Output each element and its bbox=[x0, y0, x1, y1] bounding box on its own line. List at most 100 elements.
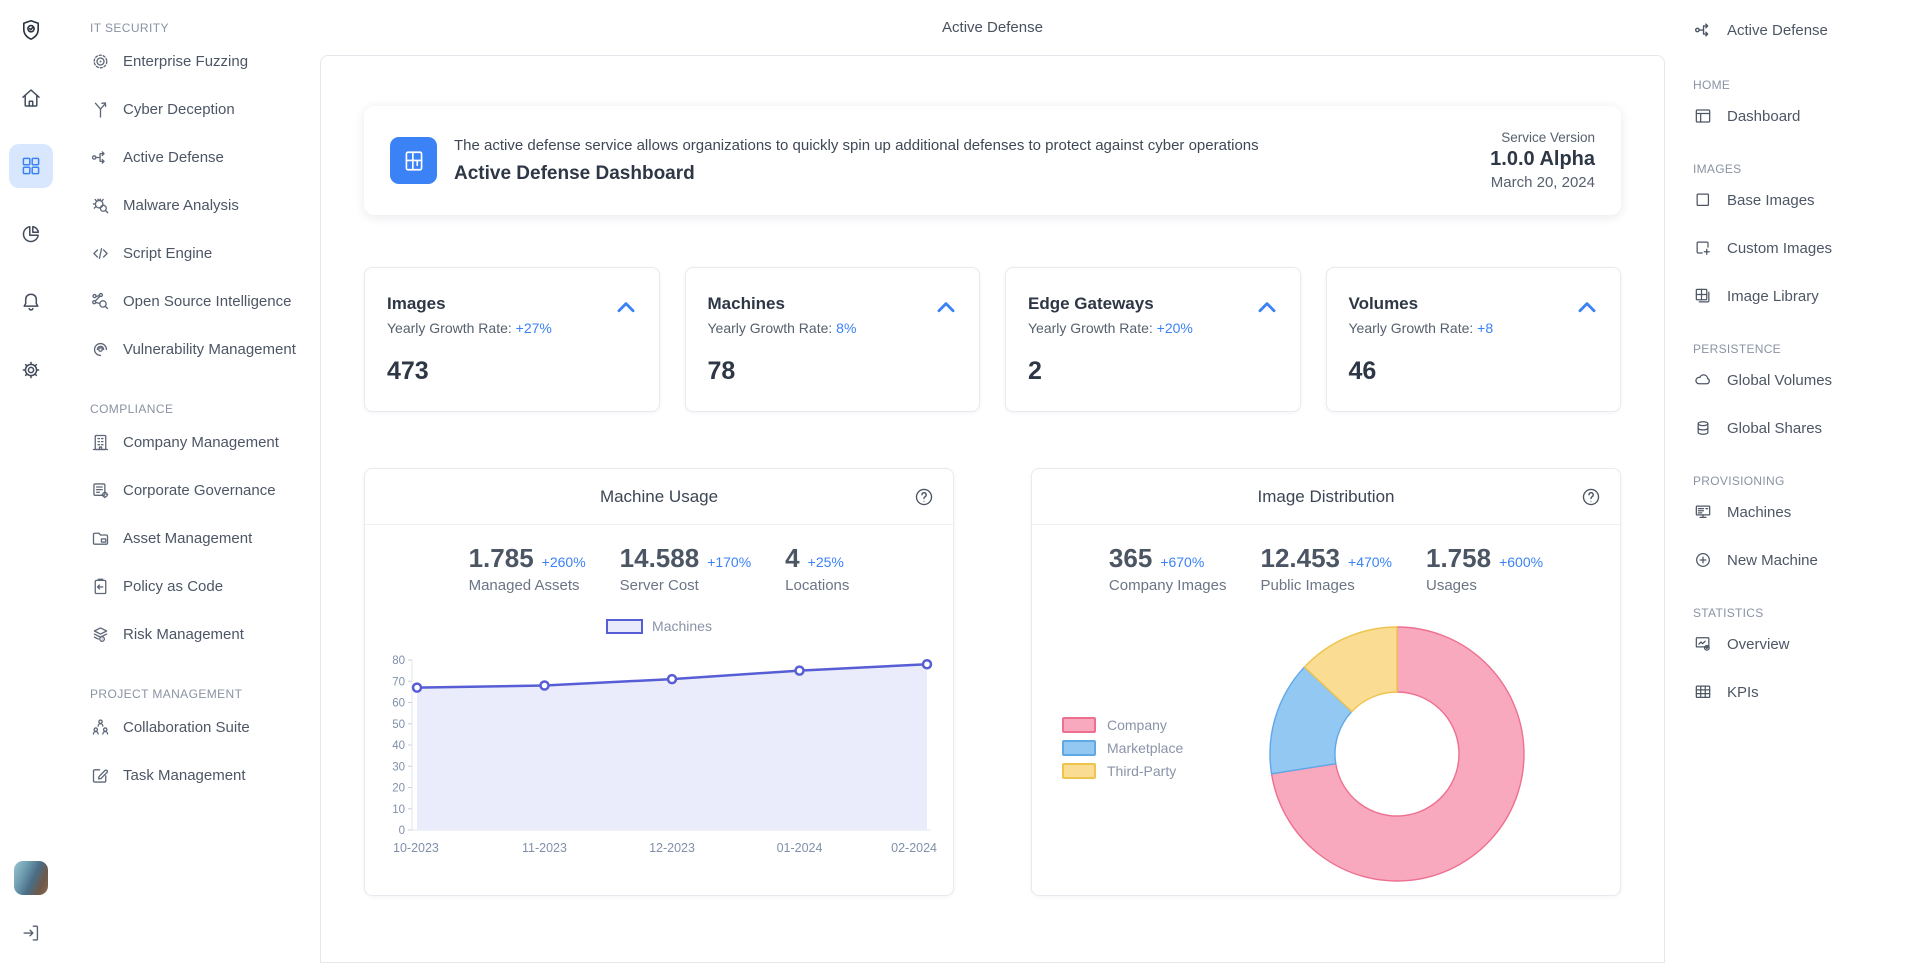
bug-search-icon bbox=[90, 195, 111, 216]
chevron-up-icon bbox=[613, 295, 639, 321]
stat-card-value: 46 bbox=[1349, 357, 1599, 386]
sidebar-item-label: Active Defense bbox=[123, 149, 224, 166]
right-sidebar: Active Defense HOMEDashboardIMAGESBase I… bbox=[1665, 0, 1920, 963]
right-nav-section-statistics: STATISTICSOverviewKPIs bbox=[1693, 606, 1912, 716]
sidebar-item-asset-management[interactable]: Asset Management bbox=[90, 514, 314, 562]
machine-usage-line-chart: 0102030405060708010-202311-202312-202301… bbox=[365, 638, 953, 866]
building-icon bbox=[90, 432, 111, 453]
nav-notifications[interactable] bbox=[9, 280, 53, 324]
user-avatar[interactable] bbox=[14, 861, 48, 895]
fork-arrow-icon bbox=[90, 99, 111, 120]
sidebar-item-label: Corporate Governance bbox=[123, 482, 276, 499]
image-distribution-header: Image Distribution bbox=[1032, 469, 1620, 525]
machine-usage-stats: 1.785+260%Managed Assets14.588+170%Serve… bbox=[365, 543, 953, 594]
right-nav-item-label: Custom Images bbox=[1727, 240, 1832, 257]
app-logo[interactable] bbox=[9, 8, 53, 52]
image-distribution-card: Image Distribution 365+670%Company Image… bbox=[1031, 468, 1621, 896]
logout-button[interactable] bbox=[13, 915, 49, 951]
right-nav-item-global-volumes[interactable]: Global Volumes bbox=[1693, 356, 1912, 404]
code-icon bbox=[90, 243, 111, 264]
sidebar-item-vulnerability-management[interactable]: Vulnerability Management bbox=[90, 325, 314, 373]
chevron-up-icon bbox=[933, 295, 959, 321]
legend-label: Third-Party bbox=[1107, 763, 1176, 779]
stat-card-growth-value: 8% bbox=[836, 320, 856, 336]
svg-text:02-2024: 02-2024 bbox=[891, 841, 937, 855]
right-nav-item-label: Dashboard bbox=[1727, 108, 1800, 125]
chart-stat-value: 4 bbox=[785, 543, 799, 574]
right-nav-item-machines[interactable]: Machines bbox=[1693, 488, 1912, 536]
sidebar-item-risk-management[interactable]: Risk Management bbox=[90, 610, 314, 658]
machines-legend-label: Machines bbox=[652, 618, 712, 634]
svg-text:20: 20 bbox=[392, 783, 405, 795]
right-nav-item-dashboard[interactable]: Dashboard bbox=[1693, 92, 1912, 140]
machine-usage-card: Machine Usage 1.785+260%Managed Assets14… bbox=[364, 468, 954, 896]
chart-stat-value: 12.453 bbox=[1260, 543, 1340, 574]
sidebar-item-active-defense[interactable]: Active Defense bbox=[90, 133, 314, 181]
machines-legend[interactable]: Machines bbox=[365, 618, 953, 634]
home-icon bbox=[19, 86, 43, 110]
kpi-table-icon bbox=[1693, 682, 1713, 702]
sidebar-item-malware-analysis[interactable]: Malware Analysis bbox=[90, 181, 314, 229]
right-nav-item-image-library[interactable]: Image Library bbox=[1693, 272, 1912, 320]
legend-label: Company bbox=[1107, 717, 1167, 733]
svg-text:12-2023: 12-2023 bbox=[649, 841, 695, 855]
team-icon bbox=[90, 717, 111, 738]
right-nav-item-base-images[interactable]: Base Images bbox=[1693, 176, 1912, 224]
rail-bottom bbox=[13, 861, 49, 951]
chevron-up-icon bbox=[1254, 295, 1280, 321]
sidebar-item-corporate-governance[interactable]: Corporate Governance bbox=[90, 466, 314, 514]
chart-stat-delta: +470% bbox=[1348, 554, 1392, 570]
sidebar-item-label: Asset Management bbox=[123, 530, 252, 547]
sidebar-item-cyber-deception[interactable]: Cyber Deception bbox=[90, 85, 314, 133]
right-nav-item-overview[interactable]: Overview bbox=[1693, 620, 1912, 668]
chart-stat-server-cost: 14.588+170%Server Cost bbox=[620, 543, 752, 594]
stat-card-machines: MachinesYearly Growth Rate: 8%78 bbox=[685, 267, 981, 412]
legend-item-company[interactable]: Company bbox=[1062, 717, 1183, 733]
collapse-chevron-up-icon[interactable] bbox=[1574, 295, 1600, 321]
nav-analytics[interactable] bbox=[9, 212, 53, 256]
nav-settings[interactable] bbox=[9, 348, 53, 392]
page-title: Active Defense bbox=[320, 0, 1665, 55]
collapse-chevron-up-icon[interactable] bbox=[933, 295, 959, 321]
nav-apps[interactable] bbox=[9, 144, 53, 188]
help-icon[interactable] bbox=[1580, 486, 1602, 508]
document-gear-icon bbox=[90, 480, 111, 501]
right-nav-item-kpis[interactable]: KPIs bbox=[1693, 668, 1912, 716]
help-icon[interactable] bbox=[913, 486, 935, 508]
sidebar-item-company-management[interactable]: Company Management bbox=[90, 418, 314, 466]
legend-label: Marketplace bbox=[1107, 740, 1183, 756]
image-distribution-title: Image Distribution bbox=[1257, 487, 1394, 507]
collapse-chevron-up-icon[interactable] bbox=[613, 295, 639, 321]
legend-item-third-party[interactable]: Third-Party bbox=[1062, 763, 1183, 779]
sidebar-item-enterprise-fuzzing[interactable]: Enterprise Fuzzing bbox=[90, 37, 314, 85]
chart-stat-usages: 1.758+600%Usages bbox=[1426, 543, 1543, 594]
target-icon bbox=[90, 51, 111, 72]
legend-item-marketplace[interactable]: Marketplace bbox=[1062, 740, 1183, 756]
collapse-chevron-up-icon[interactable] bbox=[1254, 295, 1280, 321]
machine-usage-header: Machine Usage bbox=[365, 469, 953, 525]
sidebar-item-script-engine[interactable]: Script Engine bbox=[90, 229, 314, 277]
right-nav-item-label: Overview bbox=[1727, 636, 1790, 653]
section-label: IT SECURITY bbox=[90, 21, 314, 35]
chevron-up-icon bbox=[1574, 295, 1600, 321]
sidebar-item-collaboration-suite[interactable]: Collaboration Suite bbox=[90, 703, 314, 751]
stat-card-title: Volumes bbox=[1349, 294, 1599, 314]
fingerprint-icon bbox=[90, 339, 111, 360]
stat-card-volumes: Volumes Yearly Growth Rate: +8 46 bbox=[1326, 267, 1622, 412]
charts-row: Machine Usage 1.785+260%Managed Assets14… bbox=[364, 468, 1621, 896]
sidebar-item-task-management[interactable]: Task Management bbox=[90, 751, 314, 799]
chart-stat-public-images: 12.453+470%Public Images bbox=[1260, 543, 1392, 594]
right-nav-item-new-machine[interactable]: New Machine bbox=[1693, 536, 1912, 584]
stat-card-growth: Yearly Growth Rate: +8 bbox=[1349, 320, 1599, 336]
service-switcher[interactable]: Active Defense bbox=[1693, 0, 1912, 60]
nav-home[interactable] bbox=[9, 76, 53, 120]
right-nav-item-label: Image Library bbox=[1727, 288, 1819, 305]
section-label: PROJECT MANAGEMENT bbox=[90, 687, 314, 701]
right-nav-item-global-shares[interactable]: Global Shares bbox=[1693, 404, 1912, 452]
sidebar-item-open-source-intelligence[interactable]: Open Source Intelligence bbox=[90, 277, 314, 325]
branch-nodes-icon bbox=[90, 147, 111, 168]
service-version-block: Service Version 1.0.0 Alpha March 20, 20… bbox=[1490, 130, 1595, 191]
right-nav-item-custom-images[interactable]: Custom Images bbox=[1693, 224, 1912, 272]
sidebar-item-policy-as-code[interactable]: Policy as Code bbox=[90, 562, 314, 610]
stat-card-title: Machines bbox=[708, 294, 958, 314]
